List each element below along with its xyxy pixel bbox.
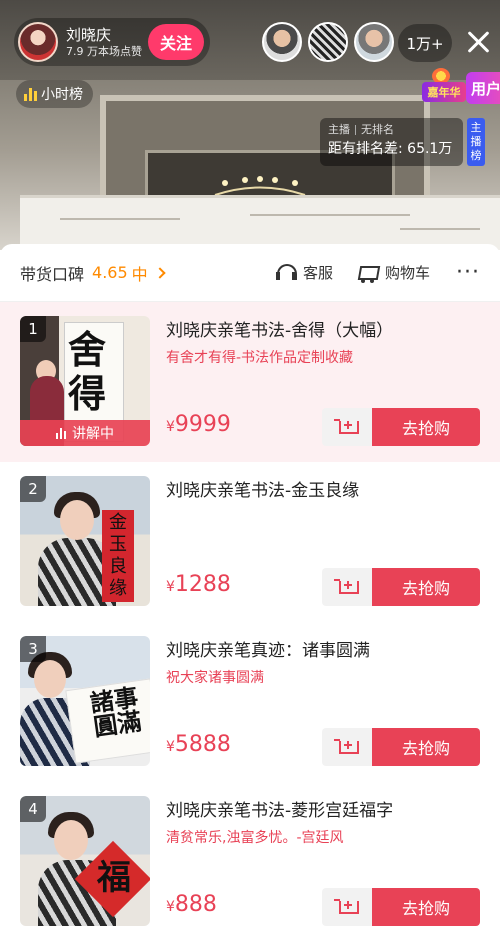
viewer-avatar[interactable]	[262, 22, 302, 62]
product-title[interactable]: 刘晓庆亲笔真迹：诸事圆满	[166, 636, 486, 666]
rank-bars-icon	[24, 87, 37, 101]
explaining-label: 讲解中	[72, 426, 114, 442]
viewer-count[interactable]: 1万+	[398, 24, 452, 62]
person	[54, 820, 88, 860]
hour-rank-button[interactable]: 小时榜	[16, 80, 93, 108]
calligraphy-glyph: 金	[109, 512, 127, 533]
host-info[interactable]: 刘晓庆 7.9 万本场点赞 关注	[14, 18, 210, 66]
close-icon[interactable]	[462, 26, 494, 58]
rank-gap: 距有排名差: 65.1万	[328, 141, 453, 157]
headset-icon	[275, 262, 297, 284]
product-subtitle: 清贫常乐,浊富多忧。-宫廷风	[166, 830, 344, 846]
price-value: 9999	[174, 412, 231, 437]
product-price: ¥888	[166, 892, 217, 917]
add-to-cart-button[interactable]	[322, 408, 372, 446]
live-bars-icon	[56, 427, 66, 439]
rank-info[interactable]: 主播 无排名 距有排名差: 65.1万	[320, 118, 463, 166]
reputation-label[interactable]: 带货口碑	[20, 261, 84, 285]
chevron-right-icon[interactable]	[153, 266, 166, 279]
calligraphy-glyph: 缘	[109, 578, 127, 599]
follow-button[interactable]: 关注	[148, 24, 204, 60]
price-currency: ¥	[166, 419, 175, 435]
calligraphy-glyph: 福	[97, 858, 131, 898]
explaining-badge: 讲解中	[20, 420, 150, 446]
hour-rank-label: 小时榜	[41, 87, 83, 103]
host-rank-tab[interactable]: 主播榜	[467, 118, 485, 166]
product-sheet: 带货口碑 4.65 中 客服 购物车 ··· 舍 得 1 讲解中 刘晓庆亲笔书法…	[0, 244, 500, 950]
rank-status: 无排名	[361, 123, 394, 136]
viewer-avatar[interactable]	[308, 22, 348, 62]
buy-button[interactable]: 去抢购	[372, 568, 480, 606]
user-tab[interactable]: 用户	[466, 72, 500, 104]
add-to-cart-icon	[334, 736, 360, 758]
customer-service-button[interactable]: 客服	[275, 262, 333, 284]
whiteboard	[20, 195, 500, 250]
reputation-level[interactable]: 中	[132, 261, 148, 285]
host-name: 刘晓庆	[66, 25, 112, 44]
add-to-cart-icon	[334, 576, 360, 598]
shopping-cart-button[interactable]: 购物车	[355, 262, 430, 284]
calligraphy-glyph: 舍	[68, 327, 107, 372]
product-price: ¥5888	[166, 732, 231, 757]
buy-button[interactable]: 去抢购	[372, 408, 480, 446]
person	[34, 660, 66, 698]
calligraphy-glyph: 良	[109, 556, 127, 577]
reputation-score[interactable]: 4.65	[92, 263, 128, 282]
product-item[interactable]: 舍 得 1 讲解中 刘晓庆亲笔书法-舍得（大幅） 有舍才有得-书法作品定制收藏 …	[0, 302, 500, 462]
product-item[interactable]: 金 玉 良 缘 2 刘晓庆亲笔书法-金玉良缘 ¥1288 去抢购	[0, 462, 500, 622]
product-price: ¥9999	[166, 412, 231, 437]
product-thumbnail[interactable]: 福 4	[20, 796, 150, 926]
product-title[interactable]: 刘晓庆亲笔书法-菱形宫廷福字	[166, 796, 486, 826]
product-title[interactable]: 刘晓庆亲笔书法-金玉良缘	[166, 476, 486, 506]
add-to-cart-icon	[334, 416, 360, 438]
rank-role: 主播	[328, 123, 350, 136]
calligraphy-paper: 諸事 圓滿	[65, 678, 150, 764]
customer-service-label: 客服	[302, 264, 333, 282]
carnival-label: 嘉年华	[422, 82, 466, 102]
price-currency: ¥	[166, 579, 175, 595]
price-currency: ¥	[166, 899, 175, 915]
shopping-cart-label: 购物车	[385, 264, 431, 282]
product-index: 2	[20, 476, 46, 502]
add-to-cart-button[interactable]	[322, 888, 372, 926]
product-index: 4	[20, 796, 46, 822]
product-title[interactable]: 刘晓庆亲笔书法-舍得（大幅）	[166, 316, 486, 346]
product-subtitle: 祝大家诸事圆满	[166, 670, 264, 686]
viewer-avatar[interactable]	[354, 22, 394, 62]
price-currency: ¥	[166, 739, 175, 755]
product-thumbnail[interactable]: 金 玉 良 缘 2	[20, 476, 150, 606]
host-likes: 7.9 万本场点赞	[66, 44, 142, 58]
calligraphy-glyph: 得	[68, 371, 107, 416]
cart-icon	[355, 262, 379, 284]
add-to-cart-button[interactable]	[322, 568, 372, 606]
price-value: 888	[174, 892, 217, 917]
add-to-cart-button[interactable]	[322, 728, 372, 766]
calligraphy-glyph: 玉	[109, 534, 127, 555]
price-value: 1288	[174, 572, 231, 597]
person	[60, 500, 94, 540]
sheet-header: 带货口碑 4.65 中 客服 购物车 ···	[0, 244, 500, 302]
product-item[interactable]: 諸事 圓滿 3 刘晓庆亲笔真迹：诸事圆满 祝大家诸事圆满 ¥5888 去抢购	[0, 622, 500, 782]
price-value: 5888	[174, 732, 231, 757]
product-index: 1	[20, 316, 46, 342]
product-thumbnail[interactable]: 諸事 圓滿 3	[20, 636, 150, 766]
host-avatar[interactable]	[18, 22, 58, 62]
buy-button[interactable]: 去抢购	[372, 728, 480, 766]
buy-button[interactable]: 去抢购	[372, 888, 480, 926]
product-price: ¥1288	[166, 572, 231, 597]
carnival-badge[interactable]: 嘉年华	[422, 68, 466, 104]
product-thumbnail[interactable]: 舍 得 1 讲解中	[20, 316, 150, 446]
add-to-cart-icon	[334, 896, 360, 918]
product-subtitle: 有舍才有得-书法作品定制收藏	[166, 350, 354, 366]
product-index: 3	[20, 636, 46, 662]
product-item[interactable]: 福 4 刘晓庆亲笔书法-菱形宫廷福字 清贫常乐,浊富多忧。-宫廷风 ¥888 去…	[0, 782, 500, 942]
calligraphy-glyph: 圓滿	[91, 706, 144, 742]
calligraphy-banner: 金 玉 良 缘	[102, 510, 134, 602]
more-icon[interactable]: ···	[456, 261, 480, 283]
